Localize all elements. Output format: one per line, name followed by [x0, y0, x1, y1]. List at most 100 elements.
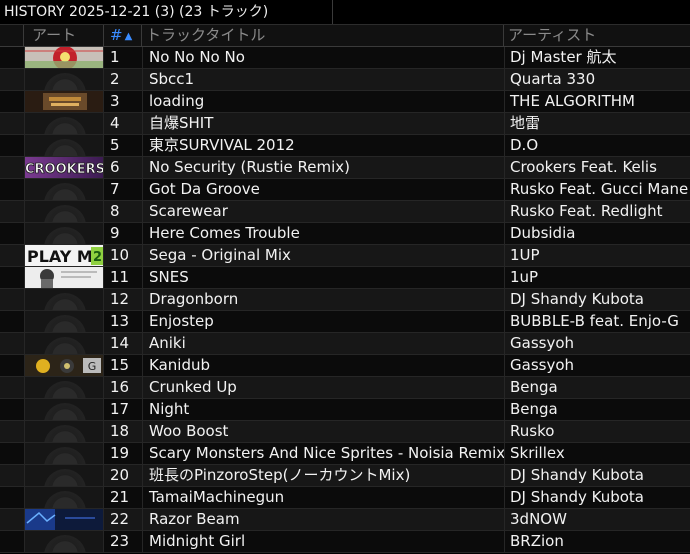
- track-row[interactable]: 8 Scarewear Rusko Feat. Redlight: [0, 201, 690, 223]
- column-header-title[interactable]: トラックタイトル: [142, 25, 504, 46]
- track-artist: Rusko Feat. Redlight: [504, 201, 690, 222]
- track-number: 16: [110, 378, 130, 396]
- track-row[interactable]: 22 Razor Beam 3dNOW: [0, 509, 690, 531]
- row-lead-cell: [0, 157, 24, 178]
- column-header-artist[interactable]: アーティスト: [504, 25, 690, 46]
- track-row[interactable]: 16 Crunked Up Benga: [0, 377, 690, 399]
- svg-text:2: 2: [93, 250, 102, 265]
- row-lead-cell: [0, 399, 24, 420]
- track-row[interactable]: 7 Got Da Groove Rusko Feat. Gucci Mane: [0, 179, 690, 201]
- album-art: [24, 443, 104, 464]
- column-header-number[interactable]: # ▲: [104, 25, 142, 46]
- row-lead-cell: [0, 267, 24, 288]
- track-title: Enjostep: [142, 311, 504, 332]
- album-art: [24, 421, 104, 442]
- track-number: 6: [110, 158, 120, 176]
- track-row[interactable]: G 15 Kanidub Gassyoh: [0, 355, 690, 377]
- track-title: No No No No: [142, 47, 504, 68]
- track-row[interactable]: 11 SNES 1uP: [0, 267, 690, 289]
- track-number: 17: [110, 400, 130, 418]
- album-art-placeholder-icon: [25, 465, 103, 486]
- column-header-art[interactable]: アート: [24, 25, 104, 46]
- track-number: 10: [110, 246, 130, 264]
- track-title: Scarewear: [142, 201, 504, 222]
- track-number: 8: [110, 202, 120, 220]
- album-art-placeholder-icon: [25, 487, 103, 508]
- track-row[interactable]: 17 Night Benga: [0, 399, 690, 421]
- track-artist: Rusko: [504, 421, 690, 442]
- album-art: [24, 465, 104, 486]
- track-artist: DJ Shandy Kubota: [504, 289, 690, 310]
- album-art-placeholder-icon: [25, 223, 103, 244]
- playlist-title[interactable]: HISTORY 2025-12-21 (3) (23 トラック): [0, 0, 333, 24]
- album-art-placeholder-icon: [25, 531, 103, 552]
- album-art-placeholder-icon: [25, 443, 103, 464]
- track-number: 13: [110, 312, 130, 330]
- row-lead-cell: [0, 113, 24, 134]
- album-art: [24, 311, 104, 332]
- row-lead-cell: [0, 465, 24, 486]
- track-row[interactable]: 14 Aniki Gassyoh: [0, 333, 690, 355]
- album-art-placeholder-icon: [25, 113, 103, 134]
- track-row[interactable]: 18 Woo Boost Rusko: [0, 421, 690, 443]
- album-art: [24, 47, 104, 68]
- album-art-placeholder-icon: [25, 201, 103, 222]
- album-art: [24, 487, 104, 508]
- track-artist: 3dNOW: [504, 509, 690, 530]
- track-row[interactable]: 23 Midnight Girl BRZion: [0, 531, 690, 553]
- track-title: Sbcc1: [142, 69, 504, 90]
- track-row[interactable]: 4 自爆SHIT 地雷: [0, 113, 690, 135]
- album-art-image: CROOKERS: [25, 157, 103, 178]
- track-title: Dragonborn: [142, 289, 504, 310]
- track-artist: Gassyoh: [504, 333, 690, 354]
- album-art: CROOKERS: [24, 157, 104, 178]
- track-title: Scary Monsters And Nice Sprites - Noisia…: [142, 443, 504, 464]
- track-artist: 地雷: [504, 113, 690, 134]
- album-art: [24, 69, 104, 90]
- track-row[interactable]: 3 loading THE ALGORITHM: [0, 91, 690, 113]
- row-lead-cell: [0, 223, 24, 244]
- column-header-row: アート # ▲ トラックタイトル アーティスト: [0, 25, 690, 47]
- track-title: Got Da Groove: [142, 179, 504, 200]
- track-artist: Dj Master 航太: [504, 47, 690, 68]
- album-art: [24, 399, 104, 420]
- album-art-placeholder-icon: [25, 399, 103, 420]
- track-row[interactable]: 19 Scary Monsters And Nice Sprites - Nois…: [0, 443, 690, 465]
- album-art: [24, 223, 104, 244]
- track-row[interactable]: 5 東京SURVIVAL 2012 D.O: [0, 135, 690, 157]
- album-art: [24, 135, 104, 156]
- album-art: G: [24, 355, 104, 376]
- track-row[interactable]: 12 Dragonborn DJ Shandy Kubota: [0, 289, 690, 311]
- album-art-placeholder-icon: [25, 69, 103, 90]
- track-row[interactable]: 13 Enjostep BUBBLE-B feat. Enjo-G: [0, 311, 690, 333]
- track-title: SNES: [142, 267, 504, 288]
- track-row[interactable]: PLAY ME 2 10 Sega - Original Mix 1UP: [0, 245, 690, 267]
- album-art-image: [25, 91, 103, 112]
- track-title: Here Comes Trouble: [142, 223, 504, 244]
- track-artist: Dubsidia: [504, 223, 690, 244]
- track-row[interactable]: CROOKERS 6 No Security (Rustie Remix) Crook…: [0, 157, 690, 179]
- album-art: [24, 267, 104, 288]
- column-header-number-label: #: [110, 26, 123, 44]
- row-lead-cell: [0, 91, 24, 112]
- track-row[interactable]: 20 班長のPinzoroStep(ノーカウントMix) DJ Shandy Kub…: [0, 465, 690, 487]
- row-lead-cell: [0, 443, 24, 464]
- row-lead-cell: [0, 509, 24, 530]
- sort-ascending-icon: ▲: [124, 31, 133, 42]
- track-row[interactable]: 21 TamaiMachinegun DJ Shandy Kubota: [0, 487, 690, 509]
- track-artist: BRZion: [504, 531, 690, 552]
- track-row[interactable]: 9 Here Comes Trouble Dubsidia: [0, 223, 690, 245]
- track-number: 7: [110, 180, 120, 198]
- track-title: 自爆SHIT: [142, 113, 504, 134]
- track-artist: DJ Shandy Kubota: [504, 487, 690, 508]
- track-row[interactable]: 1 No No No No Dj Master 航太: [0, 47, 690, 69]
- album-art-image: [25, 47, 103, 68]
- track-artist: Crookers Feat. Kelis: [504, 157, 690, 178]
- album-art-placeholder-icon: [25, 179, 103, 200]
- window-title-bar: HISTORY 2025-12-21 (3) (23 トラック): [0, 0, 690, 25]
- row-lead-cell: [0, 289, 24, 310]
- track-title: Aniki: [142, 333, 504, 354]
- track-row[interactable]: 2 Sbcc1 Quarta 330: [0, 69, 690, 91]
- track-number: 11: [110, 268, 130, 286]
- svg-text:G: G: [88, 360, 97, 373]
